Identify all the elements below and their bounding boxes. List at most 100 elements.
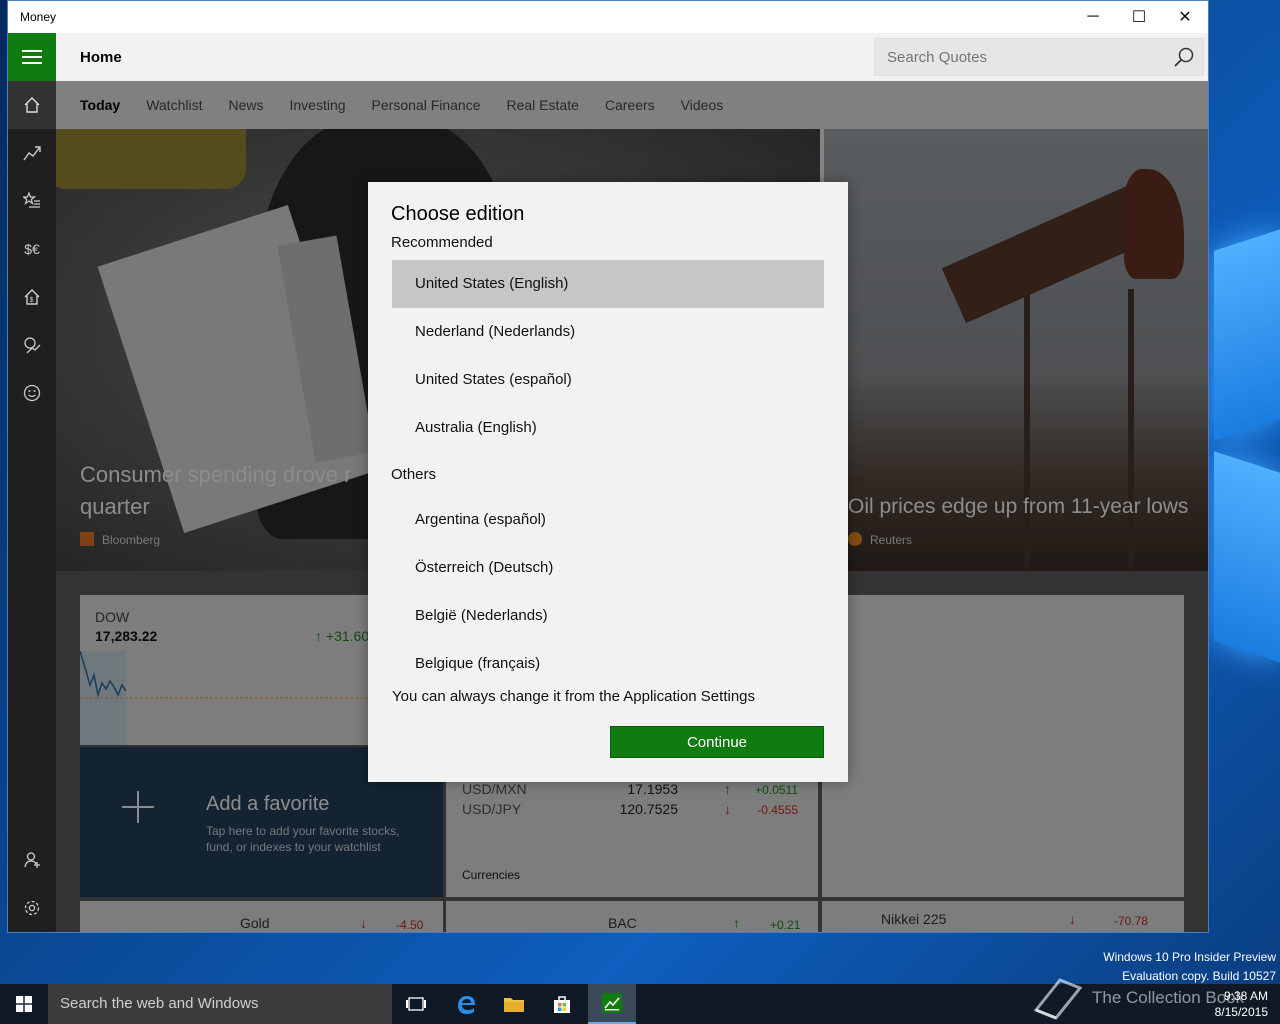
tab-careers[interactable]: Careers <box>605 97 655 113</box>
maximize-button[interactable]: ☐ <box>1116 1 1162 33</box>
edge-icon <box>458 996 475 1014</box>
hero-left-headline-line2: quarter <box>80 494 150 519</box>
currency-pair: USD/MXN <box>462 781 527 797</box>
nikkei-name: Nikkei 225 <box>881 911 947 927</box>
edition-option-nederland[interactable]: Nederland (Nederlands) <box>392 308 824 356</box>
edge-browser-button[interactable] <box>442 984 490 1024</box>
recommended-label: Recommended <box>391 234 493 251</box>
desktop-watermark: Windows 10 Pro Insider Preview Evaluatio… <box>1103 948 1276 984</box>
hero-left-source-label: Bloomberg <box>102 533 161 547</box>
chart-icon <box>23 146 41 161</box>
edition-option-argentina[interactable]: Argentina (español) <box>392 496 824 544</box>
edition-option-belgique[interactable]: Belgique (français) <box>392 640 824 688</box>
others-label: Others <box>391 466 437 483</box>
up-arrow-icon: ↑ <box>733 915 740 931</box>
store-button[interactable] <box>538 984 586 1024</box>
dialog-hint: You can always change it from the Applic… <box>392 688 756 705</box>
hero-story-right[interactable]: Oil prices edge up from 11-year lows Reu… <box>824 129 1208 571</box>
hamburger-menu-button[interactable] <box>8 33 56 81</box>
windows-start-icon <box>16 996 32 1012</box>
currency-change: +0.0511 <box>755 783 798 797</box>
page-header: Home <box>56 33 1208 81</box>
currency-change: -0.4555 <box>757 803 798 817</box>
rail-watchlist-button[interactable] <box>8 177 56 225</box>
dow-change: ↑ +31.60 <box>315 628 370 644</box>
app-title: Money <box>20 10 57 24</box>
bac-name: BAC <box>608 915 637 931</box>
hero-left-headline: Consumer spending drove r quarter <box>80 459 351 523</box>
currencies-caption: Currencies <box>462 868 521 882</box>
hero-left-source: Bloomberg <box>80 532 160 547</box>
file-explorer-button[interactable] <box>490 984 538 1024</box>
down-arrow-icon: ↓ <box>360 915 367 931</box>
add-favorite-subtitle: Tap here to add your favorite stocks, fu… <box>206 824 400 854</box>
currency-row: USD/JPY 120.7525 ↓ -0.4555 <box>462 801 802 821</box>
tab-news[interactable]: News <box>228 97 263 113</box>
smiley-icon <box>23 384 41 402</box>
tab-personal-finance[interactable]: Personal Finance <box>372 97 481 113</box>
home-icon <box>24 97 40 113</box>
rail-currencies-button[interactable]: $€ <box>8 225 56 273</box>
edition-option-osterreich[interactable]: Österreich (Deutsch) <box>392 544 824 592</box>
down-arrow-icon: ↓ <box>1069 911 1076 927</box>
windows-logo <box>1208 229 1280 663</box>
money-app-icon <box>602 993 622 1013</box>
up-arrow-icon: ↑ <box>724 781 731 797</box>
rail-account-button[interactable] <box>8 836 56 884</box>
hero-right-source: Reuters <box>848 532 912 547</box>
tab-investing[interactable]: Investing <box>290 97 346 113</box>
tab-videos[interactable]: Videos <box>681 97 724 113</box>
search-icon[interactable] <box>1173 46 1195 68</box>
rail-home-button[interactable] <box>8 81 56 129</box>
continue-button[interactable]: Continue <box>610 726 824 758</box>
down-arrow-icon: ↓ <box>724 801 731 817</box>
edition-option-us-english[interactable]: United States (English) <box>392 260 824 308</box>
folder-icon <box>504 998 524 1012</box>
choose-edition-dialog: Choose edition Recommended United States… <box>368 182 848 782</box>
search-quotes-input[interactable] <box>875 39 1165 75</box>
nikkei-tile[interactable]: Nikkei 225 ↓ -70.78 <box>822 901 1184 932</box>
edition-option-us-espanol[interactable]: United States (español) <box>392 356 824 404</box>
nikkei-change: -70.78 <box>1114 914 1149 928</box>
edition-option-australia[interactable]: Australia (English) <box>392 404 824 452</box>
rail-settings-button[interactable] <box>8 884 56 932</box>
world-markets-icon <box>24 337 41 354</box>
rail-realestate-button[interactable]: $ <box>8 273 56 321</box>
dow-value: 17,283.22 <box>95 628 158 644</box>
reuters-logo-icon <box>848 532 862 546</box>
clock-date: 8/15/2015 <box>1214 1005 1268 1019</box>
watermark-line2: Evaluation copy. Build 10527 <box>1122 969 1276 983</box>
gold-tile[interactable]: Gold ↓ -4.50 <box>80 901 443 932</box>
hero-right-headline: Oil prices edge up from 11-year lows <box>848 495 1189 518</box>
rail-personal-button[interactable] <box>8 369 56 417</box>
rail-worldmarkets-button[interactable] <box>8 321 56 369</box>
currency-icon: $€ <box>24 241 40 257</box>
gold-change: -4.50 <box>396 918 424 932</box>
minimize-button[interactable]: ─ <box>1070 1 1116 33</box>
start-button[interactable] <box>0 984 48 1024</box>
bac-change: +0.21 <box>770 918 801 932</box>
money-app-taskbar-button[interactable] <box>588 984 636 1024</box>
clock-time: 9:38 AM <box>1223 989 1268 1003</box>
book-icon <box>1033 978 1083 1020</box>
tab-watchlist[interactable]: Watchlist <box>146 97 202 113</box>
taskbar: Search the web and Windows The Collectio… <box>0 978 1280 1024</box>
tab-real-estate[interactable]: Real Estate <box>507 97 579 113</box>
rail-markets-button[interactable] <box>8 129 56 177</box>
svg-text:$: $ <box>30 297 34 304</box>
hamburger-icon <box>22 50 42 64</box>
close-button[interactable]: ✕ <box>1162 1 1208 33</box>
bac-tile[interactable]: BAC ↑ +0.21 <box>446 901 818 932</box>
edition-option-belgie[interactable]: België (Nederlands) <box>392 592 824 640</box>
hero-right-source-label: Reuters <box>870 533 913 547</box>
task-view-button[interactable] <box>392 984 440 1024</box>
dow-label: DOW <box>95 609 130 625</box>
title-bar: Money ─ ☐ ✕ <box>8 1 1208 33</box>
plus-icon <box>122 791 154 823</box>
taskbar-search-box[interactable]: Search the web and Windows <box>48 984 392 1024</box>
dialog-title: Choose edition <box>391 203 525 225</box>
tab-today[interactable]: Today <box>80 97 120 113</box>
system-clock[interactable]: 9:38 AM 8/15/2015 <box>1215 988 1268 1020</box>
empty-tile <box>822 595 1184 897</box>
hero-image-taxi <box>56 129 246 189</box>
